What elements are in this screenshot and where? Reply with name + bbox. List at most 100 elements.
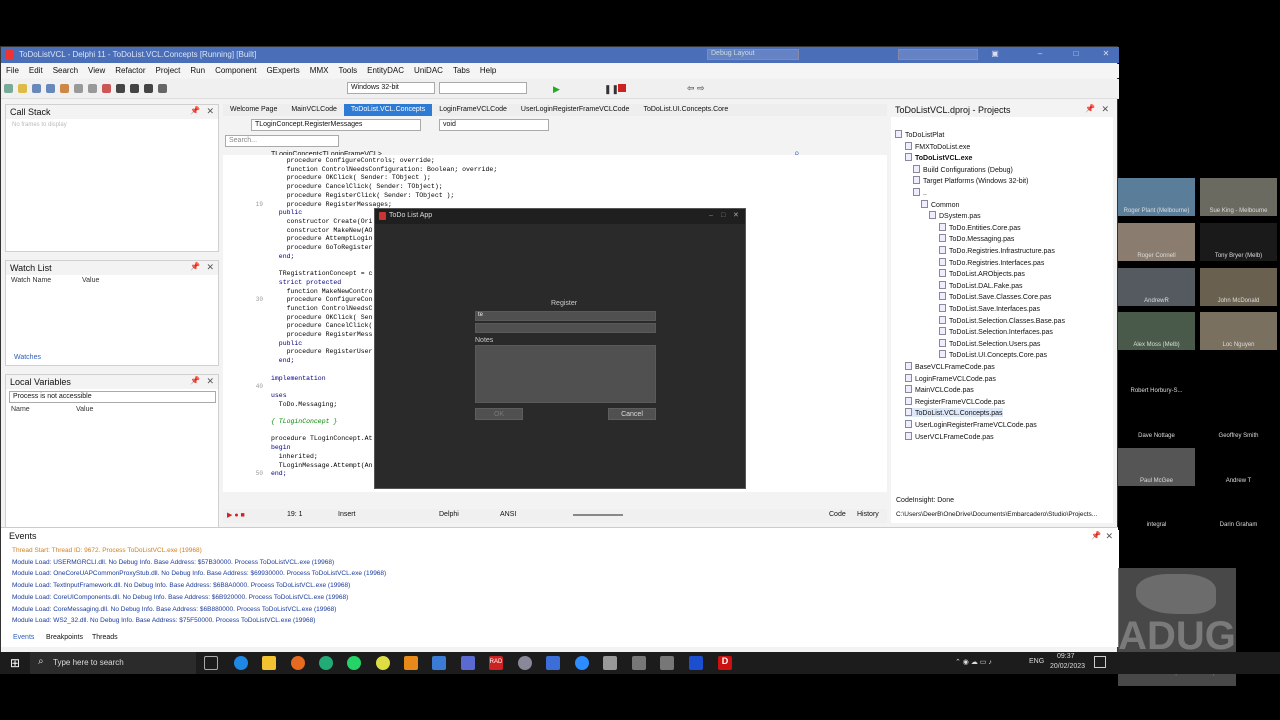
- code-search-input[interactable]: Search...: [225, 135, 339, 147]
- pin-icon[interactable]: 📌: [190, 376, 200, 385]
- build-icon[interactable]: [144, 84, 153, 93]
- menu-mmx[interactable]: MMX: [305, 64, 334, 77]
- menu-tools[interactable]: Tools: [333, 64, 362, 77]
- project-tree-item[interactable]: ToDoList.UI.Concepts.Core.pas: [939, 350, 1047, 359]
- file-explorer-icon[interactable]: [262, 656, 276, 670]
- platform-combo[interactable]: Windows 32-bit: [347, 82, 435, 94]
- participant-tile[interactable]: Loc Nguyen: [1200, 312, 1277, 350]
- code-line[interactable]: public: [271, 340, 302, 347]
- back-icon[interactable]: ⇦ ⇨: [687, 83, 705, 94]
- close-icon[interactable]: ✕: [1105, 531, 1113, 542]
- app-icon[interactable]: [432, 656, 446, 670]
- rad-studio-icon[interactable]: RAD: [489, 656, 503, 670]
- project-tree-item[interactable]: ToDo.Registries.Interfaces.pas: [939, 257, 1044, 267]
- menu-view[interactable]: View: [83, 64, 110, 77]
- tab-welcome-page[interactable]: Welcome Page: [223, 104, 284, 116]
- app-icon[interactable]: [546, 656, 560, 670]
- participant-tile[interactable]: Roger Connell: [1118, 223, 1195, 261]
- language-label[interactable]: Delphi: [439, 511, 459, 518]
- tab-loginframevclcode[interactable]: LoginFrameVCLCode: [432, 104, 514, 116]
- chrome-dev-icon[interactable]: [319, 656, 333, 670]
- menu-gexperts[interactable]: GExperts: [261, 64, 304, 77]
- code-line[interactable]: function ControlNeedsConfiguration: Bool…: [271, 166, 498, 173]
- watches-tab[interactable]: Watches: [14, 354, 41, 361]
- project-tree-item[interactable]: Common: [921, 199, 959, 209]
- code-line[interactable]: procedure ConfigureCon: [271, 296, 373, 303]
- code-line[interactable]: constructor MakeNew(AO: [271, 227, 373, 234]
- project-tree-item[interactable]: ToDoList.ARObjects.pas: [939, 269, 1025, 278]
- app-icon[interactable]: [660, 656, 674, 670]
- project-tree-item[interactable]: ToDo.Messaging.pas: [939, 234, 1014, 243]
- participant-tile[interactable]: Andrew T: [1200, 448, 1277, 486]
- project-tree-item[interactable]: RegisterFrameVCLCode.pas: [905, 396, 1005, 406]
- code-line[interactable]: strict protected: [271, 279, 341, 286]
- project-tree-item[interactable]: UserLoginRegisterFrameVCLCode.pas: [905, 420, 1037, 429]
- pause-icon[interactable]: ❚❚: [604, 84, 619, 95]
- code-line[interactable]: procedure RegisterMessages;: [271, 201, 392, 208]
- menu-refactor[interactable]: Refactor: [110, 64, 150, 77]
- password-field[interactable]: [475, 323, 656, 333]
- close-icon[interactable]: ✕: [206, 376, 214, 387]
- tab-todolist-vcl-concepts[interactable]: ToDoList.VCL.Concepts: [343, 104, 433, 116]
- code-line[interactable]: ToDo.Messaging;: [271, 401, 338, 408]
- project-tree-item[interactable]: Target Platforms (Windows 32-bit): [913, 176, 1028, 185]
- project-tree-item[interactable]: UserVCLFrameCode.pas: [905, 431, 994, 441]
- minimize-icon[interactable]: –: [1031, 49, 1049, 60]
- code-line[interactable]: end;: [271, 357, 295, 364]
- maximize-icon[interactable]: □: [1067, 49, 1085, 60]
- project-tree-item[interactable]: ToDoList.Selection.Classes.Base.pas: [939, 315, 1065, 325]
- project-tree-item[interactable]: BaseVCLFrameCode.pas: [905, 362, 995, 371]
- code-line[interactable]: implementation: [271, 375, 326, 382]
- code-line[interactable]: procedure TLoginConcept.At: [271, 435, 372, 442]
- code-line[interactable]: procedure ConfigureControls; override;: [271, 157, 435, 164]
- new-icon[interactable]: [4, 84, 13, 93]
- code-line[interactable]: procedure RegisterClick( Sender: TObject…: [271, 192, 455, 199]
- project-tree-item[interactable]: ToDo.Entities.Core.pas: [939, 222, 1021, 232]
- windows-start-icon[interactable]: ⊞: [10, 656, 20, 670]
- clock-date[interactable]: 20/02/2023: [1050, 663, 1085, 670]
- open-icon[interactable]: [18, 84, 27, 93]
- class-combo[interactable]: TLoginConcept.RegisterMessages: [251, 119, 421, 131]
- participant-tile[interactable]: Robert Horbury-S...: [1118, 358, 1195, 396]
- pin-icon[interactable]: 📌: [1091, 531, 1101, 540]
- participant-tile[interactable]: Darin Graham: [1200, 492, 1277, 530]
- options-icon[interactable]: [158, 84, 167, 93]
- project-tree-item[interactable]: ToDoList.Save.Interfaces.pas: [939, 304, 1040, 313]
- notifications-icon[interactable]: [1094, 656, 1106, 668]
- participant-tile[interactable]: Paul McGee: [1118, 448, 1195, 486]
- close-icon[interactable]: ✕: [1101, 104, 1109, 115]
- project-icon[interactable]: [60, 84, 69, 93]
- participant-tile[interactable]: Dave Nottage: [1118, 403, 1195, 441]
- chrome-icon[interactable]: [376, 656, 390, 670]
- cancel-button[interactable]: Cancel: [608, 408, 656, 420]
- tab-todolist-ui-concepts-core[interactable]: ToDoList.UI.Concepts.Core: [636, 104, 735, 116]
- project-tree-item[interactable]: ToDoList.Selection.Interfaces.pas: [939, 327, 1053, 336]
- method-combo[interactable]: void: [439, 119, 549, 131]
- project-tree-item[interactable]: ToDoListPlat: [895, 130, 944, 139]
- taskbar-search[interactable]: ⌕ Type here to search: [30, 652, 196, 674]
- menu-search[interactable]: Search: [48, 64, 83, 77]
- project-tree-item[interactable]: ..: [913, 188, 927, 197]
- run-icon[interactable]: ▶: [553, 84, 560, 95]
- username-field[interactable]: te: [475, 311, 656, 321]
- participant-tile[interactable]: John McDonald: [1200, 268, 1277, 306]
- code-line[interactable]: TLoginMessage.Attempt(An: [271, 462, 373, 469]
- save-icon[interactable]: [32, 84, 41, 93]
- delphi-icon[interactable]: D: [718, 656, 732, 670]
- copy-icon[interactable]: [74, 84, 83, 93]
- paste-icon[interactable]: [88, 84, 97, 93]
- code-line[interactable]: TRegistrationConcept = c: [271, 270, 373, 277]
- tab-breakpoints[interactable]: Breakpoints: [46, 634, 83, 641]
- project-tree-item[interactable]: ToDoList.DAL.Fake.pas: [939, 280, 1023, 290]
- participant-tile[interactable]: integral: [1118, 492, 1195, 530]
- pin-icon[interactable]: 📌: [1085, 104, 1095, 113]
- firefox-icon[interactable]: [291, 656, 305, 670]
- globe-icon[interactable]: [116, 84, 125, 93]
- vlc-icon[interactable]: [404, 656, 418, 670]
- app-icon[interactable]: [632, 656, 646, 670]
- participant-tile[interactable]: Alex Moss (Melb): [1118, 312, 1195, 350]
- participant-tile[interactable]: Geoffrey Smith: [1200, 403, 1277, 441]
- code-line[interactable]: procedure GoToRegister: [271, 244, 373, 251]
- code-line[interactable]: procedure RegisterMess: [271, 331, 373, 338]
- participant-tile[interactable]: AndrewR: [1118, 268, 1195, 306]
